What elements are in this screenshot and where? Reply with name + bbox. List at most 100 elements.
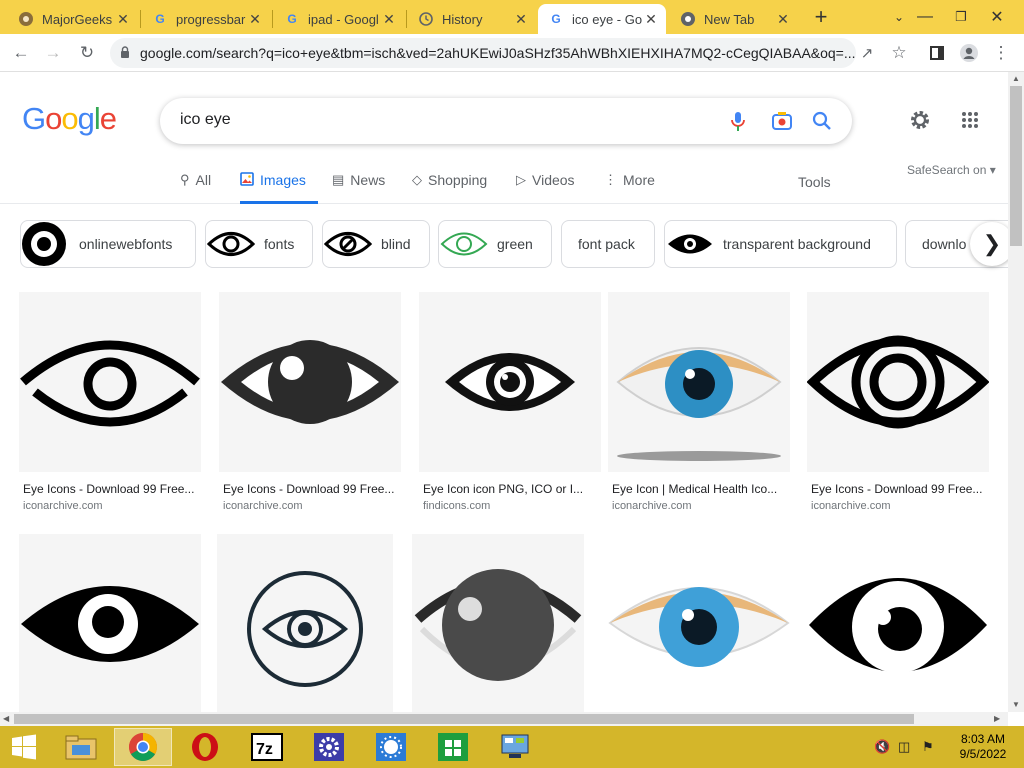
close-icon[interactable]: ✕ xyxy=(774,11,792,28)
image-result[interactable] xyxy=(608,534,790,714)
tab-separator xyxy=(406,10,407,28)
reload-icon[interactable]: ↻ xyxy=(74,40,100,66)
volume-muted-icon[interactable]: 🔇 xyxy=(874,739,890,755)
tab-majorgeeks[interactable]: MajorGeeks ✕ xyxy=(8,4,138,34)
tab-more[interactable]: ⋮ More xyxy=(604,170,655,204)
bookmark-star-icon[interactable]: ☆ xyxy=(886,40,912,66)
scroll-thumb[interactable] xyxy=(14,714,914,724)
chip-fonts[interactable]: fonts xyxy=(205,220,313,268)
windows-start-icon[interactable] xyxy=(0,728,48,766)
scroll-left-arrow-icon[interactable]: ◀ xyxy=(3,714,9,723)
close-icon[interactable]: ✕ xyxy=(642,11,660,28)
image-result[interactable]: Eye Icons - Download 99 Free... iconarch… xyxy=(219,292,401,512)
tab-news[interactable]: ▤ News xyxy=(332,170,385,204)
tools-button[interactable]: Tools xyxy=(798,174,831,190)
eye-thumbnail-icon xyxy=(21,221,71,267)
address-bar[interactable]: google.com/search?q=ico+eye&tbm=isch&ved… xyxy=(110,38,856,68)
url-text: google.com/search?q=ico+eye&tbm=isch&ved… xyxy=(140,45,856,61)
image-result[interactable] xyxy=(19,534,201,714)
share-icon[interactable]: ↗ xyxy=(854,40,880,66)
safesearch-toggle[interactable]: SafeSearch on ▾ xyxy=(907,163,996,177)
chip-transparent-background[interactable]: transparent background xyxy=(664,220,897,268)
store-icon[interactable] xyxy=(424,728,482,766)
tab-strip: MajorGeeks ✕ G progressbar5 ✕ G ipad - G… xyxy=(0,0,1024,34)
image-result[interactable]: Eye Icons - Download 99 Free... iconarch… xyxy=(807,292,989,512)
tag-icon: ◇ xyxy=(412,172,422,187)
profile-avatar-icon[interactable] xyxy=(956,40,982,66)
tab-shopping[interactable]: ◇ Shopping xyxy=(412,170,487,204)
google-icon: G xyxy=(287,12,297,26)
control-panel-icon[interactable] xyxy=(486,728,544,766)
minimize-icon[interactable]: — xyxy=(912,4,938,30)
eye-green-thumbnail-icon xyxy=(439,221,489,267)
opera-icon[interactable] xyxy=(176,728,234,766)
vertical-scrollbar[interactable]: ▲ ▼ xyxy=(1008,72,1024,712)
eye-outline-image[interactable] xyxy=(19,292,201,472)
eye-solid-transparent-image[interactable] xyxy=(19,534,201,714)
search-input[interactable]: ico eye xyxy=(180,111,231,129)
eye-outline-thick-image[interactable] xyxy=(807,292,989,472)
eye-dark-image[interactable] xyxy=(219,292,401,472)
weather-icon[interactable] xyxy=(362,728,420,766)
eye-bold-image[interactable] xyxy=(807,534,989,714)
tab-images[interactable]: Images xyxy=(240,170,318,204)
search-icon: ⚲ xyxy=(180,172,190,187)
eye-blue-iris-2-image[interactable] xyxy=(608,534,790,714)
apps-grid-icon[interactable] xyxy=(958,108,982,132)
image-result[interactable] xyxy=(807,534,989,714)
7zip-icon[interactable]: 7z xyxy=(238,728,296,766)
horizontal-scrollbar[interactable]: ◀ ▶ xyxy=(0,712,1008,726)
file-explorer-icon[interactable] xyxy=(52,728,110,766)
restore-icon[interactable]: ❐ xyxy=(948,4,974,30)
flag-icon[interactable]: ⚑ xyxy=(922,739,934,755)
image-result[interactable] xyxy=(412,534,594,714)
settings-gear-icon[interactable] xyxy=(908,108,932,132)
new-tab-button[interactable]: + xyxy=(808,4,834,30)
image-result[interactable]: Eye Icon icon PNG, ICO or I... findicons… xyxy=(419,292,601,512)
close-icon[interactable]: ✕ xyxy=(114,11,132,28)
chip-onlinewebfonts[interactable]: onlinewebfonts xyxy=(20,220,196,268)
chip-blind[interactable]: blind xyxy=(322,220,430,268)
settings-gear-icon[interactable] xyxy=(300,728,358,766)
image-result[interactable] xyxy=(217,534,399,714)
search-icon[interactable] xyxy=(810,109,834,133)
chevron-right-icon[interactable]: ❯ xyxy=(970,222,1010,266)
more-vert-icon[interactable]: ⋮ xyxy=(988,40,1014,66)
scroll-right-arrow-icon[interactable]: ▶ xyxy=(994,714,1000,723)
side-panel-icon[interactable] xyxy=(924,40,950,66)
camera-lens-icon[interactable] xyxy=(770,109,794,133)
tab-new-tab[interactable]: New Tab ✕ xyxy=(670,4,798,34)
tab-ico-eye[interactable]: G ico eye - Go ✕ xyxy=(538,4,666,34)
eye-icon-image[interactable] xyxy=(419,292,601,472)
tab-progressbar[interactable]: G progressbar5 ✕ xyxy=(142,4,270,34)
system-clock[interactable]: 8:03 AM 9/5/2022 xyxy=(950,732,1016,762)
chevron-down-icon[interactable]: ⌄ xyxy=(886,4,912,30)
tab-all[interactable]: ⚲ All xyxy=(180,170,211,204)
network-icon[interactable]: ◫ xyxy=(898,739,910,755)
tab-videos[interactable]: ▷ Videos xyxy=(516,170,575,204)
google-logo[interactable]: Google xyxy=(22,101,117,137)
close-window-icon[interactable]: ✕ xyxy=(984,4,1010,30)
scroll-thumb[interactable] xyxy=(1010,86,1022,246)
image-result[interactable]: Eye Icon | Medical Health Ico... iconarc… xyxy=(608,292,790,512)
lock-icon xyxy=(110,45,140,61)
close-icon[interactable]: ✕ xyxy=(246,11,264,28)
microphone-icon[interactable] xyxy=(726,109,750,133)
forward-arrow-icon[interactable]: → xyxy=(40,40,66,66)
chip-font-pack[interactable]: font pack xyxy=(561,220,655,268)
scroll-up-arrow-icon[interactable]: ▲ xyxy=(1012,74,1020,83)
close-icon[interactable]: ✕ xyxy=(512,11,530,28)
back-arrow-icon[interactable]: ← xyxy=(8,40,34,66)
scroll-down-arrow-icon[interactable]: ▼ xyxy=(1012,700,1020,709)
eye-grey-image[interactable] xyxy=(412,534,584,714)
image-icon xyxy=(240,172,254,189)
close-icon[interactable]: ✕ xyxy=(380,11,398,28)
tab-history[interactable]: History ✕ xyxy=(408,4,536,34)
tab-ipad[interactable]: G ipad - Googl ✕ xyxy=(274,4,404,34)
chip-green[interactable]: green xyxy=(438,220,552,268)
search-box[interactable]: ico eye xyxy=(160,98,852,144)
eye-circle-image[interactable] xyxy=(217,534,393,714)
eye-blue-iris-image[interactable] xyxy=(608,292,790,472)
image-result[interactable]: Eye Icons - Download 99 Free... iconarch… xyxy=(19,292,201,512)
chrome-icon[interactable] xyxy=(114,728,172,766)
